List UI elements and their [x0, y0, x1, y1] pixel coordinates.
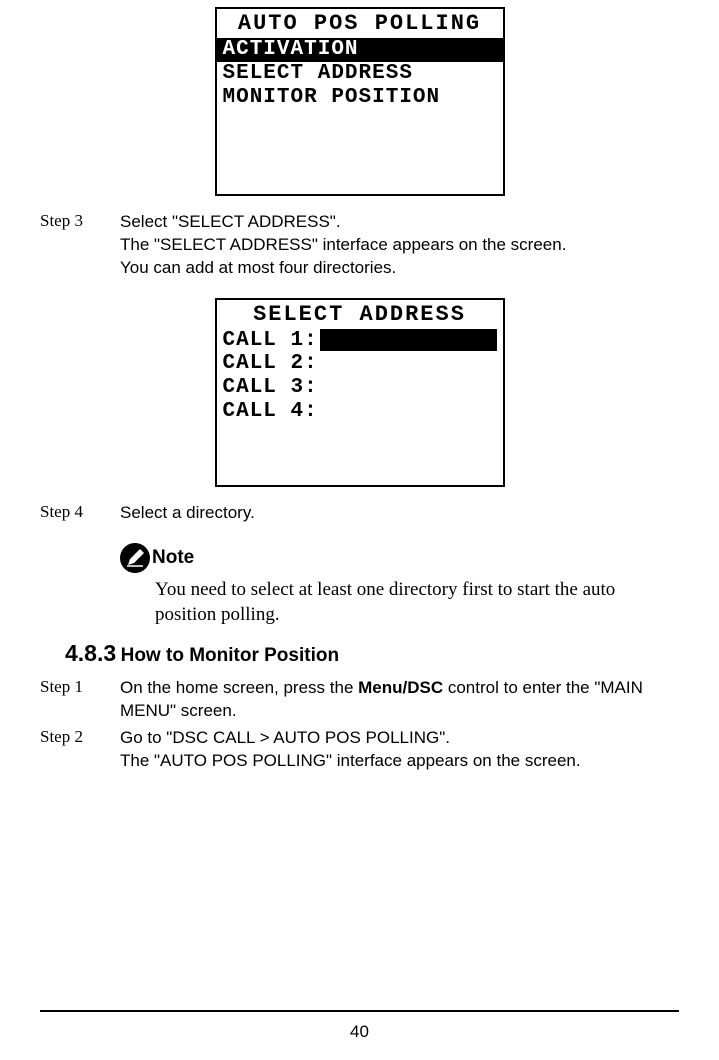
screen-auto-pos-polling: AUTO POS POLLING ACTIVATION SELECT ADDRE… [215, 7, 505, 196]
menu-item-activation: ACTIVATION [217, 38, 503, 62]
menu-item-select-address: SELECT ADDRESS [217, 62, 503, 86]
call-row-2: CALL 2: [217, 352, 503, 376]
note-header: Note [120, 543, 679, 573]
step3-line1: Select "SELECT ADDRESS". [120, 212, 341, 231]
step-content: Select "SELECT ADDRESS". The "SELECT ADD… [120, 211, 679, 280]
step-label: Step 1 [40, 677, 120, 723]
call-label: CALL 1: [217, 329, 320, 352]
screen-title: AUTO POS POLLING [217, 9, 503, 38]
step-content: Go to "DSC CALL > AUTO POS POLLING". The… [120, 727, 679, 773]
footer-divider [40, 1010, 679, 1012]
step-label: Step 4 [40, 502, 120, 525]
step-2: Step 2 Go to "DSC CALL > AUTO POS POLLIN… [40, 727, 679, 773]
section-number: 4.8.3 [65, 640, 116, 666]
step-1: Step 1 On the home screen, press the Men… [40, 677, 679, 723]
step2-line2: The "AUTO POS POLLING" interface appears… [120, 751, 581, 770]
note-text: You need to select at least one director… [155, 577, 679, 628]
step-4: Step 4 Select a directory. [40, 502, 679, 525]
call-row-1: CALL 1: [217, 329, 503, 352]
screen-select-address: SELECT ADDRESS CALL 1: CALL 2: CALL 3: C… [215, 298, 505, 487]
step-label: Step 2 [40, 727, 120, 773]
page-number: 40 [0, 1022, 719, 1042]
step-content: Select a directory. [120, 502, 679, 525]
note-block: Note You need to select at least one dir… [120, 543, 679, 628]
step1-bold: Menu/DSC [358, 678, 443, 697]
step3-line2: The "SELECT ADDRESS" interface appears o… [120, 235, 566, 254]
menu-item-monitor-position: MONITOR POSITION [217, 86, 503, 110]
note-title: Note [152, 547, 194, 569]
note-pencil-icon [120, 543, 150, 573]
call-row-3: CALL 3: [217, 376, 503, 400]
call-value-selected [320, 329, 497, 351]
section-heading: 4.8.3 How to Monitor Position [65, 640, 679, 667]
step-content: On the home screen, press the Menu/DSC c… [120, 677, 679, 723]
screen-title: SELECT ADDRESS [217, 300, 503, 329]
step2-line1: Go to "DSC CALL > AUTO POS POLLING". [120, 728, 450, 747]
step1-text-a: On the home screen, press the [120, 678, 358, 697]
call-row-4: CALL 4: [217, 400, 503, 424]
step-label: Step 3 [40, 211, 120, 280]
step3-line3: You can add at most four directories. [120, 258, 396, 277]
step-3: Step 3 Select "SELECT ADDRESS". The "SEL… [40, 211, 679, 280]
section-title: How to Monitor Position [121, 645, 339, 666]
